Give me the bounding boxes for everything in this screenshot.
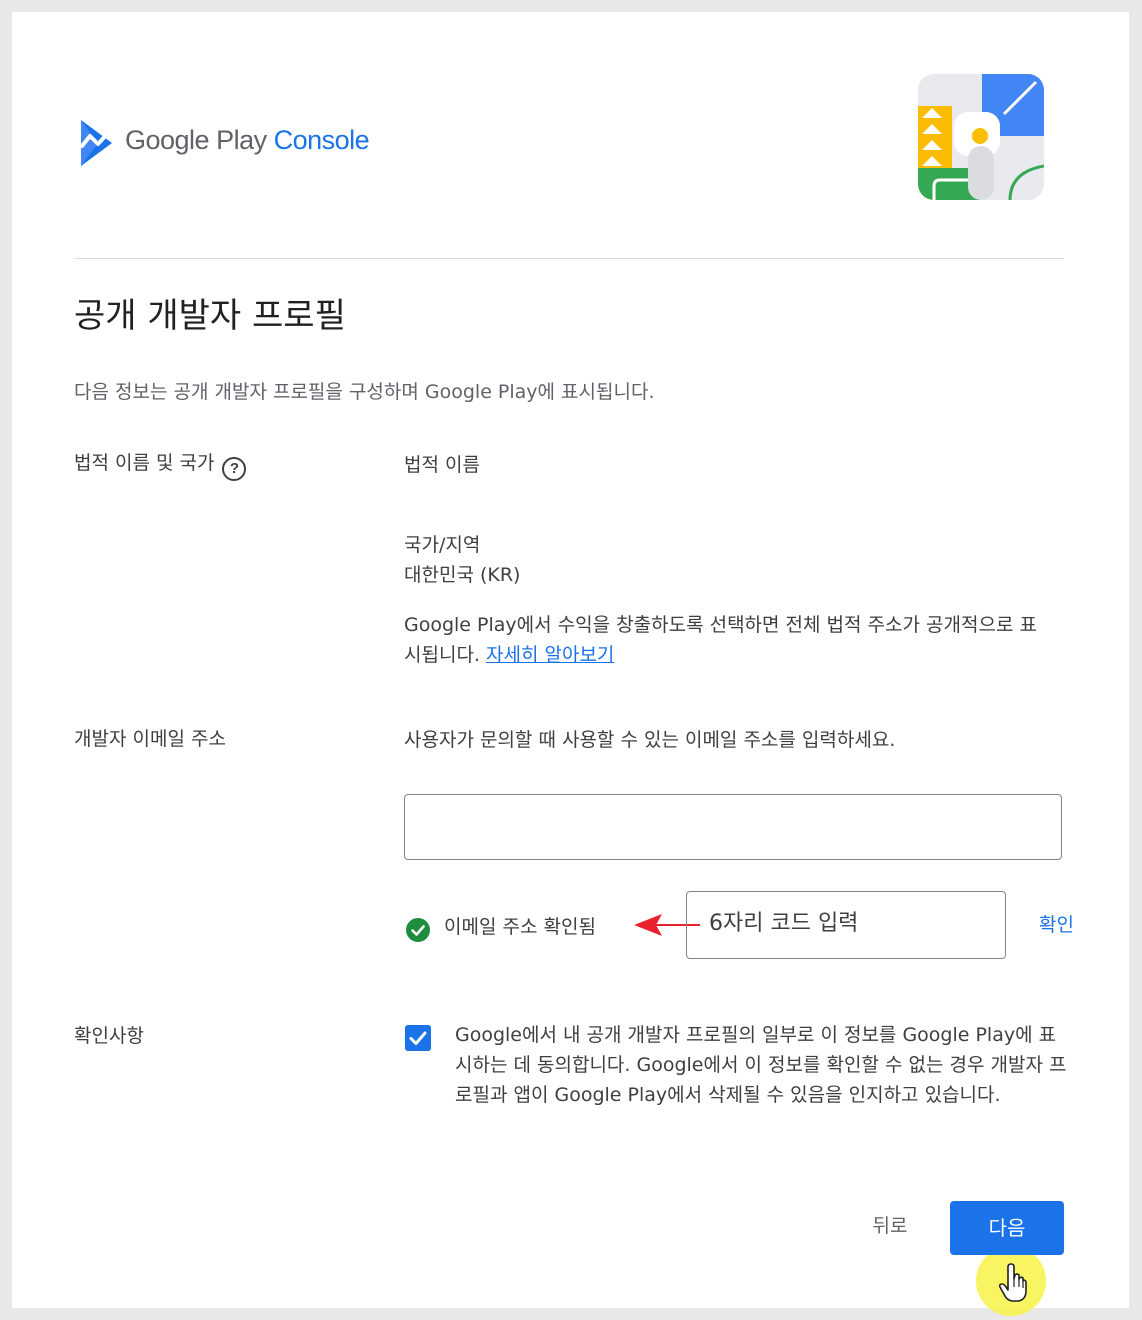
brand-google-play: Google Play (125, 125, 267, 155)
country-value: 대한민국 (KR) (404, 564, 521, 586)
consent-checkbox[interactable] (405, 1025, 431, 1051)
verification-code-input[interactable]: 6자리 코드 입력 (686, 891, 1006, 959)
legal-address-note: Google Play에서 수익을 창출하도록 선택하면 전체 법적 주소가 공… (404, 610, 1054, 670)
confirm-code-button[interactable]: 확인 (1039, 910, 1074, 940)
legal-section-label: 법적 이름 및 국가? (74, 449, 247, 481)
next-button[interactable]: 다음 (950, 1201, 1064, 1255)
legal-label-text: 법적 이름 및 국가 (74, 452, 215, 474)
page-intro: 다음 정보는 공개 개발자 프로필을 구성하며 Google Play에 표시됩… (74, 381, 655, 403)
consent-section-label: 확인사항 (74, 1025, 144, 1047)
hand-pointer-icon (998, 1263, 1027, 1302)
back-button[interactable]: 뒤로 (858, 1208, 922, 1244)
help-icon[interactable]: ? (222, 457, 247, 481)
consent-text: Google에서 내 공개 개발자 프로필의 일부로 이 정보를 Google … (455, 1024, 1067, 1106)
country-label: 국가/지역 (404, 534, 481, 556)
developer-profile-illustration (918, 74, 1044, 200)
play-console-logo-icon (80, 120, 112, 166)
header-divider (74, 258, 1064, 259)
brand-console: Console (273, 125, 370, 155)
legal-name-label: 법적 이름 (404, 454, 480, 476)
email-description: 사용자가 문의할 때 사용할 수 있는 이메일 주소를 입력하세요. (404, 729, 896, 751)
brand-title: Google Play Console (125, 120, 370, 160)
email-section-label: 개발자 이메일 주소 (74, 728, 226, 750)
check-circle-icon (406, 918, 430, 942)
page-title: 공개 개발자 프로필 (74, 296, 346, 336)
developer-profile-page: Google Play Console 공개 개발자 프로필 다음 정보는 공개… (12, 12, 1129, 1316)
learn-more-link[interactable]: 자세히 알아보기 (486, 644, 614, 666)
email-input[interactable] (404, 794, 1062, 860)
email-verified-status: 이메일 주소 확인됨 (444, 916, 596, 938)
